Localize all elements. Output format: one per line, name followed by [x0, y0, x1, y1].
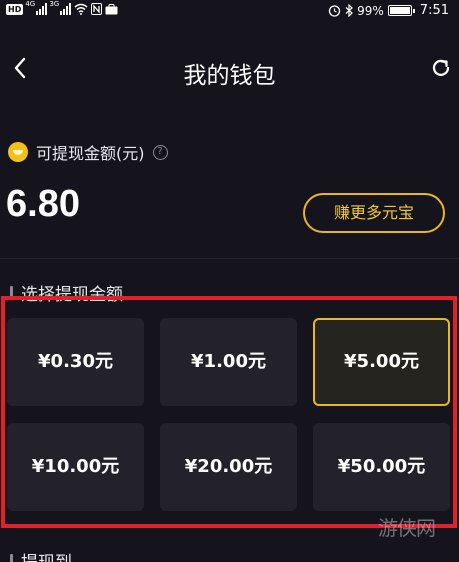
coin-icon — [8, 142, 28, 162]
divider — [0, 258, 459, 259]
hd-badge: HD — [6, 3, 24, 15]
wifi-icon — [74, 3, 88, 15]
balance-label: 可提现金额(元) — [36, 144, 145, 163]
signal-icon-4g: 4G — [25, 0, 48, 15]
section-marker — [10, 553, 13, 562]
battery-icon — [387, 5, 415, 16]
amount-option-50-00[interactable]: ¥50.00元 — [313, 423, 450, 511]
amount-option-5-00[interactable]: ¥5.00元 — [313, 318, 450, 406]
status-bar: HD 4G 3G 99% 7:51 — [0, 0, 459, 24]
watermark: 游侠网 — [378, 516, 436, 540]
amount-option-1-00[interactable]: ¥1.00元 — [160, 318, 297, 406]
status-right-icons: 99% 7:51 — [328, 3, 449, 18]
status-left-icons: HD 4G 3G — [6, 0, 118, 15]
nfc-icon — [91, 3, 103, 15]
refresh-icon — [432, 59, 450, 76]
briefcase-icon — [105, 3, 118, 14]
clock: 7:51 — [419, 3, 449, 18]
title-bar: 我的钱包 — [0, 40, 459, 100]
help-icon[interactable]: ? — [152, 144, 168, 160]
bluetooth-icon — [345, 4, 353, 17]
signal-3g-label: 3G — [49, 0, 60, 8]
earn-more-button[interactable]: 赚更多元宝 — [303, 193, 445, 233]
signal-4g-label: 4G — [25, 0, 36, 8]
balance-amount: 6.80 — [6, 183, 80, 225]
battery-percent: 99% — [357, 3, 384, 18]
amount-option-10-00[interactable]: ¥10.00元 — [7, 423, 144, 511]
page-title: 我的钱包 — [183, 63, 276, 89]
amount-option-0-30[interactable]: ¥0.30元 — [7, 318, 144, 406]
balance-label-row: 可提现金额(元) ? — [8, 140, 168, 164]
refresh-button[interactable] — [427, 54, 455, 82]
signal-icon-3g: 3G — [49, 0, 72, 15]
amount-option-20-00[interactable]: ¥20.00元 — [160, 423, 297, 511]
withdraw-to-section-title: 提现到 — [10, 548, 72, 562]
section-title-text: 提现到 — [21, 548, 72, 562]
alarm-icon — [328, 5, 341, 17]
